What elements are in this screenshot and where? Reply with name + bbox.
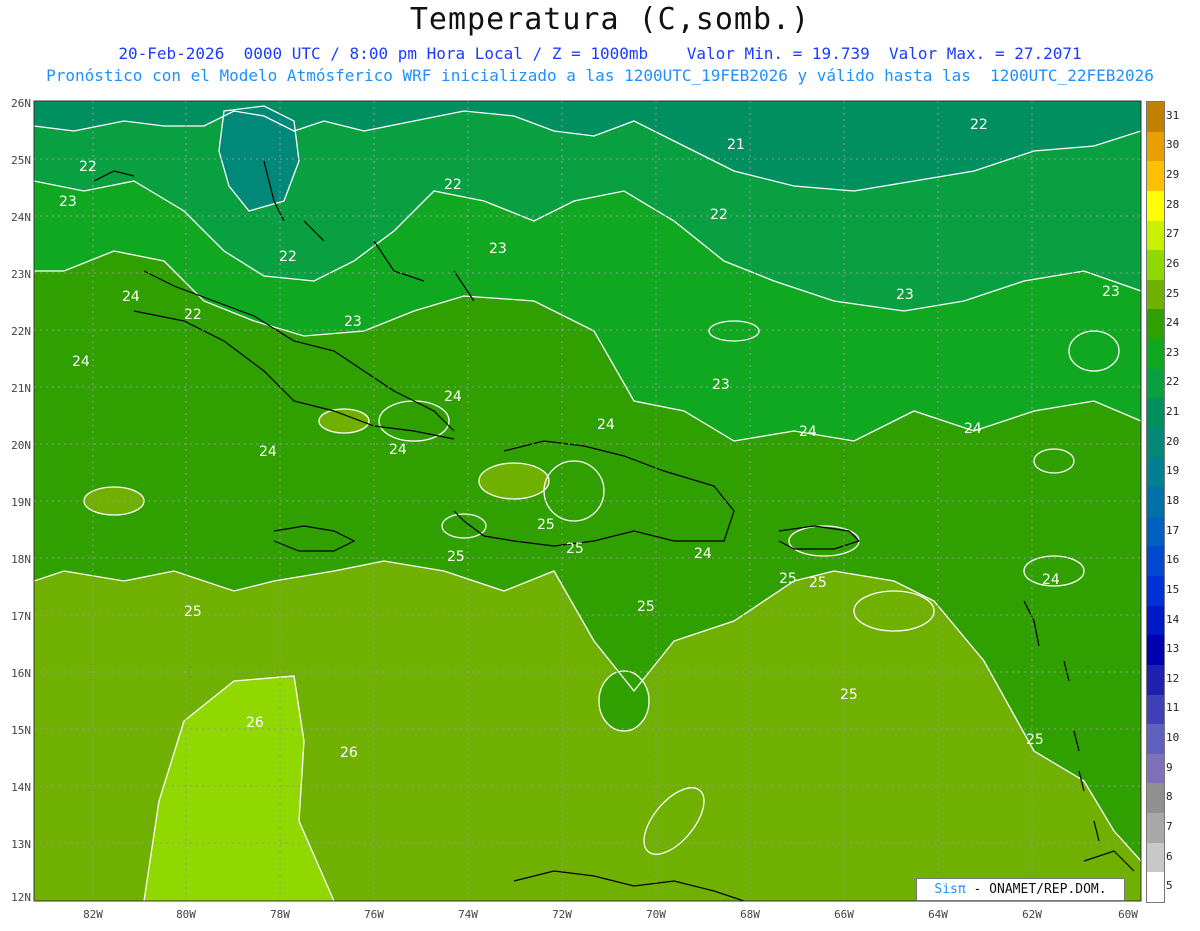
colorbar-swatch xyxy=(1147,487,1164,518)
lat-label: 16N xyxy=(11,667,31,680)
colorbar-swatch xyxy=(1147,783,1164,814)
lat-label: 24N xyxy=(11,211,31,224)
colorbar-label: 31 xyxy=(1166,108,1180,122)
colorbar-swatch xyxy=(1147,605,1164,636)
colorbar-swatch xyxy=(1147,694,1164,725)
lat-label: 19N xyxy=(11,496,31,509)
colorbar-label: 26 xyxy=(1166,256,1180,270)
colorbar-swatch xyxy=(1147,220,1164,251)
lat-label: 21N xyxy=(11,382,31,395)
colorbar-swatch xyxy=(1147,813,1164,844)
colorbar-label: 13 xyxy=(1166,642,1180,656)
colorbar-label: 14 xyxy=(1166,612,1180,626)
colorbar-swatch xyxy=(1147,516,1164,547)
colorbar-swatch xyxy=(1147,546,1164,577)
colorbar-label: 29 xyxy=(1166,168,1180,182)
colorbar-label: 12 xyxy=(1166,671,1180,685)
colorbar-label: 8 xyxy=(1166,790,1173,804)
colorbar-label: 6 xyxy=(1166,849,1173,863)
colorbar-swatch xyxy=(1147,753,1164,784)
colorbar-swatch xyxy=(1147,368,1164,399)
colorbar-label: 27 xyxy=(1166,227,1180,241)
colorbar-label: 28 xyxy=(1166,197,1180,211)
colorbar-label: 20 xyxy=(1166,434,1180,448)
colorbar-label: 21 xyxy=(1166,405,1180,419)
colorbar-swatch xyxy=(1147,457,1164,488)
colorbar-swatch xyxy=(1147,309,1164,340)
colorbar-label: 5 xyxy=(1166,879,1173,893)
lon-label: 72W xyxy=(552,908,572,921)
lat-label: 18N xyxy=(11,553,31,566)
lat-label: 26N xyxy=(11,97,31,110)
colorbar-swatch xyxy=(1147,102,1164,133)
colorbar-swatch xyxy=(1147,664,1164,696)
lat-label: 22N xyxy=(11,325,31,338)
lat-label: 23N xyxy=(11,268,31,281)
colorbar-label: 10 xyxy=(1166,731,1180,745)
colorbar-label: 30 xyxy=(1166,138,1180,152)
colorbar-swatch xyxy=(1147,576,1164,607)
colorbar-swatch xyxy=(1147,398,1164,429)
lon-label: 70W xyxy=(646,908,666,921)
lat-label: 12N xyxy=(11,891,31,904)
credit-text: - ONAMET/REP.DOM. xyxy=(965,882,1107,897)
lat-label: 25N xyxy=(11,154,31,167)
colorbar-label: 11 xyxy=(1166,701,1180,715)
colorbar-label: 7 xyxy=(1166,819,1173,833)
lat-label: 14N xyxy=(11,781,31,794)
colorbar-swatch xyxy=(1147,724,1164,755)
colorbar-swatch xyxy=(1147,635,1164,666)
colorbar-swatch xyxy=(1147,872,1164,903)
lon-label: 80W xyxy=(176,908,196,921)
colorbar-label: 25 xyxy=(1166,286,1180,300)
colorbar-label: 15 xyxy=(1166,582,1180,596)
lon-label: 68W xyxy=(740,908,760,921)
lon-label: 64W xyxy=(928,908,948,921)
sispi-logo: Sisπ xyxy=(934,882,966,897)
lat-label: 17N xyxy=(11,610,31,623)
lat-label: 13N xyxy=(11,838,31,851)
colorbar-swatch xyxy=(1147,842,1164,873)
colorbar-label: 9 xyxy=(1166,760,1173,774)
credit-box: Sisπ - ONAMET/REP.DOM. xyxy=(916,878,1125,901)
lon-label: 76W xyxy=(364,908,384,921)
lon-label: 74W xyxy=(458,908,478,921)
colorbar-label: 23 xyxy=(1166,345,1180,359)
colorbar-swatch xyxy=(1147,427,1164,459)
colorbar-label: 19 xyxy=(1166,464,1180,478)
map-axes: 26N 25N 24N 23N 22N 21N 20N 19N 18N 17N … xyxy=(0,0,1200,931)
colorbar-swatch xyxy=(1147,161,1164,192)
colorbar-label: 24 xyxy=(1166,316,1180,330)
colorbar-label: 22 xyxy=(1166,375,1180,389)
lat-label: 20N xyxy=(11,439,31,452)
temperature-colorbar xyxy=(1146,101,1165,903)
lon-label: 82W xyxy=(83,908,103,921)
colorbar-swatch xyxy=(1147,250,1164,281)
lon-label: 60W xyxy=(1118,908,1138,921)
colorbar-label: 16 xyxy=(1166,553,1180,567)
lon-label: 66W xyxy=(834,908,854,921)
lon-label: 62W xyxy=(1022,908,1042,921)
colorbar-swatch xyxy=(1147,190,1164,221)
colorbar-swatch xyxy=(1147,279,1164,310)
lat-label: 15N xyxy=(11,724,31,737)
colorbar-label: 18 xyxy=(1166,494,1180,507)
colorbar-label: 17 xyxy=(1166,523,1180,537)
colorbar-swatch xyxy=(1147,131,1164,162)
lon-label: 78W xyxy=(270,908,290,921)
colorbar-swatch xyxy=(1147,339,1164,370)
